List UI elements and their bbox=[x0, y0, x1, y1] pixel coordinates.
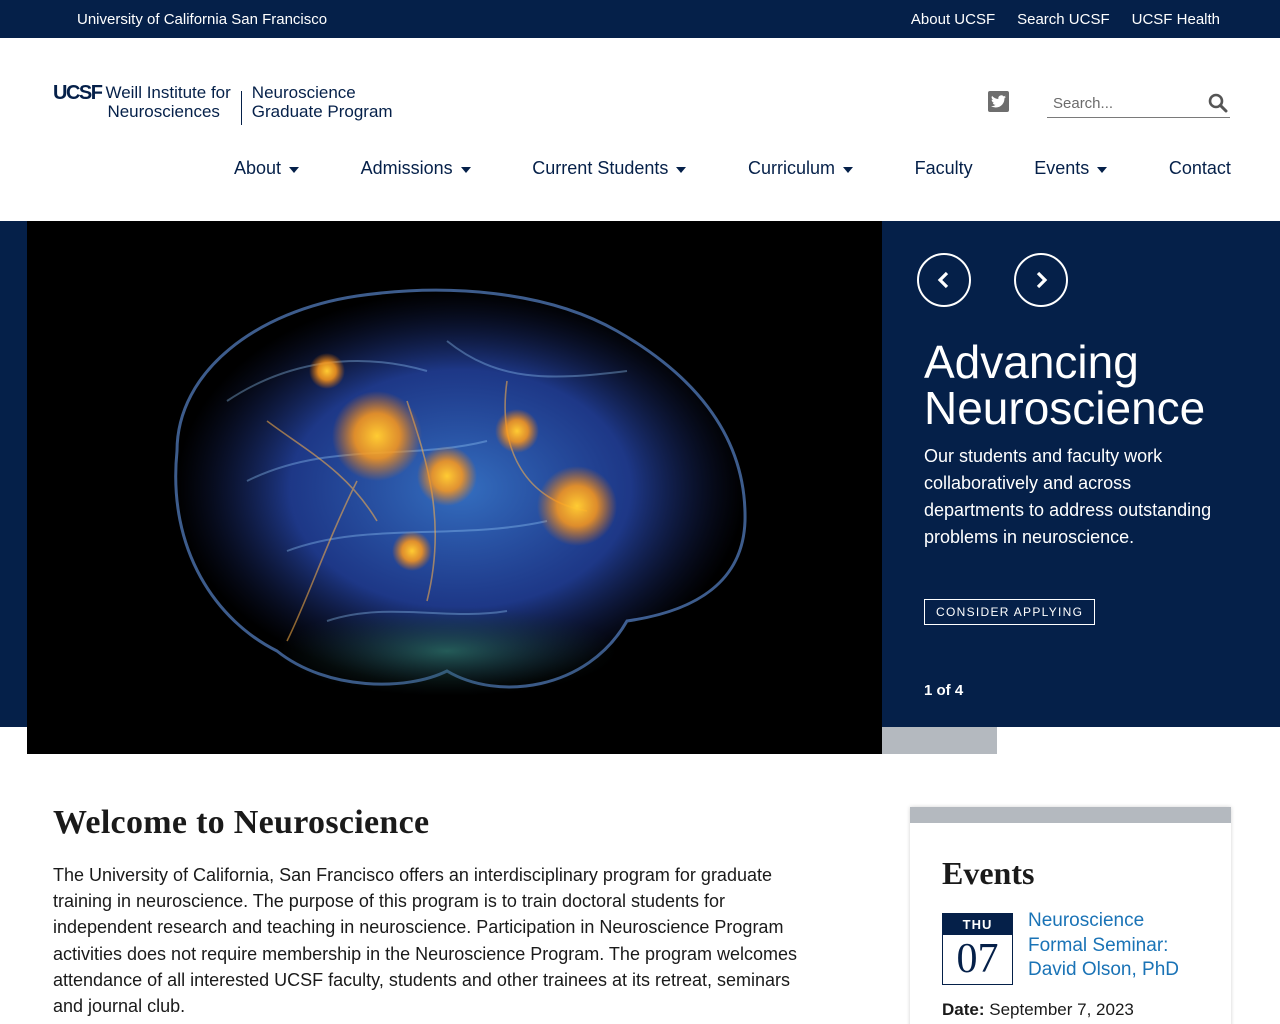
nav-curriculum[interactable]: Curriculum bbox=[748, 158, 853, 179]
previous-slide-button[interactable] bbox=[917, 253, 971, 307]
event-title-link[interactable]: Neuroscience Formal Seminar: David Olson… bbox=[1028, 909, 1208, 983]
search-form bbox=[1047, 89, 1230, 118]
university-link[interactable]: University of California San Francisco bbox=[77, 11, 327, 28]
nav-about-label: About bbox=[234, 158, 282, 178]
nav-contact[interactable]: Contact bbox=[1169, 158, 1231, 179]
event-day-of-week: THU bbox=[943, 914, 1012, 935]
nav-admissions[interactable]: Admissions bbox=[361, 158, 471, 179]
search-input[interactable] bbox=[1047, 89, 1197, 117]
consider-applying-button[interactable]: CONSIDER APPLYING bbox=[924, 599, 1096, 625]
caret-down-icon bbox=[676, 167, 687, 173]
institute-line-2: Neurosciences bbox=[107, 102, 220, 121]
welcome-text: The University of California, San Franci… bbox=[53, 865, 798, 1017]
chevron-left-icon bbox=[937, 271, 949, 289]
caret-down-icon bbox=[843, 167, 853, 173]
hero-brain-image bbox=[27, 221, 882, 754]
nav-faculty[interactable]: Faculty bbox=[915, 158, 973, 179]
institute-name: Weill Institute for Neurosciences bbox=[105, 83, 230, 121]
nav-events-label: Events bbox=[1034, 158, 1090, 178]
nav-events[interactable]: Events bbox=[1034, 158, 1108, 179]
nav-current-students[interactable]: Current Students bbox=[532, 158, 687, 179]
logo-divider bbox=[240, 91, 242, 125]
search-ucsf-link[interactable]: Search UCSF bbox=[1017, 11, 1110, 28]
hero-description: Our students and faculty work collaborat… bbox=[924, 446, 1212, 547]
search-icon[interactable] bbox=[1208, 93, 1228, 113]
nav-contact-label: Contact bbox=[1168, 158, 1231, 178]
welcome-title: Welcome to Neuroscience bbox=[53, 804, 430, 841]
event-date-value: September 7, 2023 bbox=[989, 1000, 1134, 1019]
events-card: Events THU 07 Neuroscience Formal Semina… bbox=[910, 807, 1231, 1024]
slide-counter: 1 of 4 bbox=[924, 682, 964, 699]
ucsf-health-link[interactable]: UCSF Health bbox=[1132, 11, 1220, 28]
event-date-badge: THU 07 bbox=[942, 913, 1013, 985]
nav-admissions-label: Admissions bbox=[360, 158, 453, 178]
about-ucsf-link[interactable]: About UCSF bbox=[911, 11, 995, 28]
event-day: 07 bbox=[956, 936, 999, 982]
caret-down-icon bbox=[460, 167, 471, 173]
program-line-1: Neuroscience bbox=[251, 83, 356, 102]
nav-curriculum-label: Curriculum bbox=[747, 158, 835, 178]
caret-down-icon bbox=[289, 167, 300, 173]
program-name: Neuroscience Graduate Program bbox=[252, 83, 393, 121]
next-slide-button[interactable] bbox=[1014, 253, 1068, 307]
caret-down-icon bbox=[1097, 167, 1108, 173]
utility-bar: University of California San Francisco A… bbox=[0, 0, 1280, 38]
slide-progress-fill bbox=[882, 727, 997, 754]
events-title: Events bbox=[942, 855, 1035, 891]
event-date-label: Date: bbox=[942, 1000, 985, 1019]
hero-title: Advancing Neuroscience bbox=[924, 336, 1206, 434]
nav-faculty-label: Faculty bbox=[914, 158, 973, 178]
event-date: Date: September 7, 2023 bbox=[942, 1000, 1134, 1020]
nav-about[interactable]: About bbox=[234, 158, 300, 179]
main-nav: About Admissions Current Students Curric… bbox=[234, 158, 1231, 179]
events-card-bar bbox=[910, 807, 1231, 823]
site-logo[interactable]: UCSF Weill Institute for Neurosciences N… bbox=[53, 83, 393, 129]
institute-line-1: Weill Institute for bbox=[105, 83, 231, 102]
program-line-2: Graduate Program bbox=[251, 102, 393, 121]
chevron-right-icon bbox=[1036, 271, 1048, 289]
twitter-icon[interactable] bbox=[988, 91, 1009, 112]
utility-links: About UCSF Search UCSF UCSF Health bbox=[911, 11, 1220, 28]
ucsf-wordmark: UCSF bbox=[53, 82, 103, 104]
site-header: UCSF Weill Institute for Neurosciences N… bbox=[0, 38, 1280, 220]
hero-panel: Advancing Neuroscience Our students and … bbox=[882, 221, 1280, 727]
nav-current-students-label: Current Students bbox=[532, 158, 669, 178]
